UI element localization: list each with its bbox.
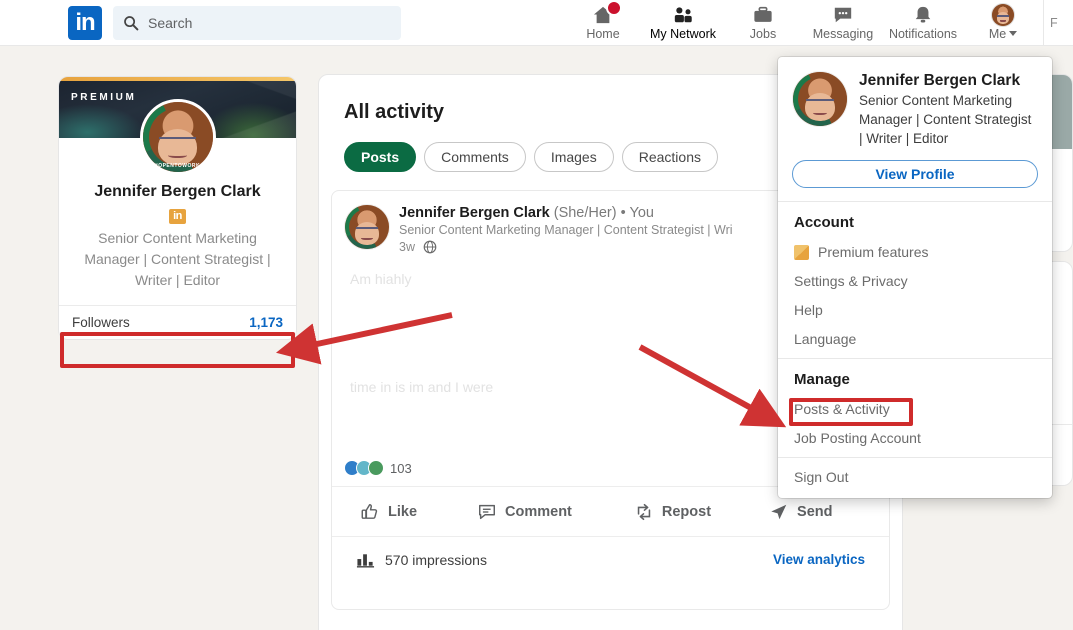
like-button[interactable]: Like: [360, 502, 417, 522]
menu-item-help[interactable]: Help: [778, 296, 1052, 325]
nav-edge-label: F: [1050, 16, 1058, 30]
followers-count: 1,173: [249, 315, 283, 330]
menu-item-posts-activity[interactable]: Posts & Activity: [778, 395, 1052, 424]
nav-items: Home My Network Jobs: [563, 0, 1073, 46]
search-icon: [123, 15, 139, 31]
premium-square-icon: [794, 245, 809, 260]
menu-item-premium-features[interactable]: Premium features: [778, 238, 1052, 267]
network-icon: [672, 4, 694, 26]
profile-name[interactable]: Jennifer Bergen Clark: [73, 182, 282, 202]
dropdown-section-account: Account: [778, 202, 1052, 238]
dropdown-avatar[interactable]: [792, 71, 848, 127]
menu-label-settings-privacy: Settings & Privacy: [794, 273, 908, 289]
me-dropdown-menu: Jennifer Bergen Clark Senior Content Mar…: [778, 57, 1052, 498]
send-icon: [769, 502, 789, 522]
tab-reactions[interactable]: Reactions: [622, 142, 718, 172]
menu-label-premium-features: Premium features: [818, 244, 928, 260]
nav-item-me[interactable]: Me: [963, 0, 1043, 46]
nav-item-home[interactable]: Home: [563, 0, 643, 46]
message-icon: [832, 4, 854, 26]
nav-item-jobs[interactable]: Jobs: [723, 0, 803, 46]
profile-avatar[interactable]: #OPENTOWORK: [140, 99, 216, 175]
nav-label-notifications: Notifications: [889, 27, 957, 41]
reaction-support-icon: [368, 460, 384, 476]
view-analytics-link[interactable]: View analytics: [773, 552, 865, 567]
impressions-label: 570 impressions: [385, 552, 487, 568]
followers-row[interactable]: Followers 1,173: [59, 305, 296, 339]
dropdown-profile-summary: Jennifer Bergen Clark Senior Content Mar…: [778, 57, 1052, 148]
comment-button[interactable]: Comment: [477, 502, 572, 522]
bar-chart-icon: [356, 551, 375, 569]
menu-label-language: Language: [794, 331, 856, 347]
menu-item-sign-out[interactable]: Sign Out: [778, 458, 1052, 498]
nav-item-notifications[interactable]: Notifications: [883, 0, 963, 46]
thumbs-up-icon: [360, 502, 380, 522]
reaction-count: 103: [390, 461, 412, 476]
linkedin-logo-icon[interactable]: in: [68, 6, 102, 40]
top-navigation-bar: in Search Home: [0, 0, 1073, 46]
view-profile-button[interactable]: View Profile: [792, 160, 1038, 188]
avatar-icon: [991, 4, 1015, 26]
bell-icon: [912, 4, 934, 26]
notification-badge: [606, 0, 622, 16]
menu-label-sign-out: Sign Out: [794, 469, 848, 485]
nav-label-messaging: Messaging: [813, 27, 873, 41]
linkedin-activity-page: in Search Home: [0, 0, 1073, 630]
tab-images[interactable]: Images: [534, 142, 614, 172]
dropdown-section-manage: Manage: [778, 359, 1052, 395]
tab-posts[interactable]: Posts: [344, 142, 416, 172]
menu-label-posts-activity: Posts & Activity: [794, 401, 890, 417]
impressions-stat[interactable]: 570 impressions: [356, 551, 487, 569]
profile-headline: Senior Content Marketing Manager | Conte…: [73, 228, 282, 305]
post-author-pronouns: (She/Her): [554, 205, 617, 221]
profile-card[interactable]: PREMIUM #OPENTOWORK Jennifer Bergen Clar…: [58, 76, 297, 340]
repost-label: Repost: [662, 504, 711, 520]
send-button[interactable]: Send: [769, 502, 832, 522]
repost-icon: [634, 502, 654, 522]
home-icon: [592, 4, 614, 26]
nav-edge-fragment[interactable]: F: [1043, 0, 1067, 46]
menu-item-job-posting-account[interactable]: Job Posting Account: [778, 424, 1052, 457]
post-author-headline: Senior Content Marketing Manager | Conte…: [399, 223, 733, 237]
menu-item-language[interactable]: Language: [778, 325, 1052, 358]
post-author-name[interactable]: Jennifer Bergen Clark: [399, 205, 550, 221]
menu-label-job-posting-account: Job Posting Account: [794, 430, 921, 446]
send-label: Send: [797, 504, 832, 520]
followers-label: Followers: [72, 315, 130, 330]
post-you-label: You: [629, 205, 653, 221]
post-meta-separator: •: [621, 205, 626, 221]
search-placeholder: Search: [148, 15, 192, 31]
reaction-icons: [344, 460, 384, 476]
globe-icon: [423, 240, 437, 254]
post-age: 3w: [399, 240, 415, 254]
nav-item-my-network[interactable]: My Network: [643, 0, 723, 46]
post-author-avatar[interactable]: [344, 204, 390, 250]
nav-item-messaging[interactable]: Messaging: [803, 0, 883, 46]
nav-label-home: Home: [586, 27, 619, 41]
tab-comments[interactable]: Comments: [424, 142, 526, 172]
open-to-work-label: #OPENTOWORK: [143, 163, 213, 169]
premium-in-badge-icon: in: [169, 209, 186, 224]
like-label: Like: [388, 504, 417, 520]
search-input[interactable]: Search: [113, 6, 401, 40]
premium-label: PREMIUM: [71, 92, 136, 103]
post-stats-bar: 570 impressions View analytics: [332, 536, 889, 582]
menu-item-settings-privacy[interactable]: Settings & Privacy: [778, 267, 1052, 296]
menu-label-help: Help: [794, 302, 823, 318]
dropdown-headline: Senior Content Marketing Manager | Conte…: [859, 91, 1038, 148]
comment-label: Comment: [505, 504, 572, 520]
briefcase-icon: [752, 4, 774, 26]
chevron-down-icon: [1009, 31, 1017, 36]
nav-label-me: Me: [989, 27, 1006, 41]
comment-bubble-icon: [477, 502, 497, 522]
repost-button[interactable]: Repost: [634, 502, 711, 522]
nav-label-jobs: Jobs: [750, 27, 776, 41]
dropdown-name: Jennifer Bergen Clark: [859, 71, 1038, 90]
nav-label-my-network: My Network: [650, 27, 716, 41]
